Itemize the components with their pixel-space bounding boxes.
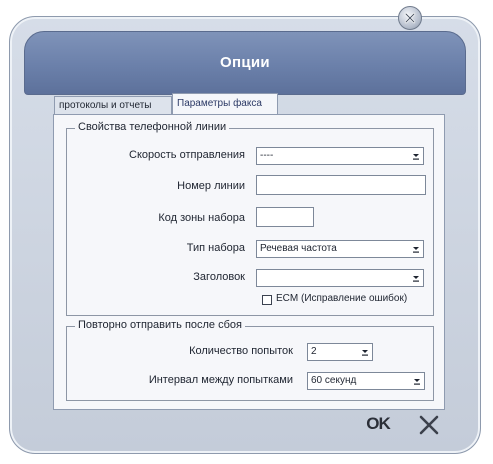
tab-protocols-reports[interactable]: протоколы и отчеты bbox=[54, 96, 172, 114]
ecm-label: ECM (Исправление ошибок) bbox=[276, 293, 408, 304]
send-speed-label: Скорость отправления bbox=[129, 149, 245, 161]
chevron-down-icon bbox=[413, 247, 419, 253]
interval-value: 60 секунд bbox=[311, 375, 357, 386]
attempts-select[interactable]: 2 bbox=[307, 343, 373, 361]
send-speed-value: ---- bbox=[260, 150, 274, 161]
interval-label: Интервал между попытками bbox=[148, 374, 293, 386]
close-icon bbox=[404, 12, 416, 24]
tab-fax-settings[interactable]: Параметры факса bbox=[172, 93, 278, 115]
area-code-input[interactable] bbox=[256, 207, 314, 227]
chevron-down-icon bbox=[414, 379, 420, 385]
chevron-down-icon bbox=[413, 276, 419, 282]
fax-settings-panel: Свойства телефонной линии Скорость отпра… bbox=[53, 114, 445, 410]
ecm-checkbox[interactable] bbox=[262, 295, 272, 305]
ok-button[interactable]: OK bbox=[363, 412, 393, 436]
area-code-label: Код зоны набора bbox=[158, 212, 245, 224]
line-number-label: Номер линии bbox=[177, 180, 245, 192]
phone-line-group: Свойства телефонной линии Скорость отпра… bbox=[66, 121, 434, 316]
dialog-title: Опции bbox=[220, 54, 270, 71]
dialog-header: Опции bbox=[24, 31, 466, 95]
retry-legend: Повторно отправить после сбоя bbox=[75, 319, 245, 331]
attempts-value: 2 bbox=[311, 346, 317, 357]
header-label: Заголовок bbox=[193, 271, 245, 283]
close-button[interactable] bbox=[398, 6, 422, 30]
retry-group: Повторно отправить после сбоя Количество… bbox=[66, 319, 434, 401]
attempts-label: Количество попыток bbox=[189, 345, 293, 357]
interval-select[interactable]: 60 секунд bbox=[307, 372, 425, 390]
send-speed-select[interactable]: ---- bbox=[256, 147, 424, 165]
phone-line-legend: Свойства телефонной линии bbox=[75, 121, 230, 133]
x-icon bbox=[419, 415, 439, 435]
header-select[interactable] bbox=[256, 269, 424, 287]
line-number-input[interactable] bbox=[256, 175, 426, 195]
dial-type-label: Тип набора bbox=[186, 242, 245, 254]
chevron-down-icon bbox=[413, 154, 419, 160]
dial-type-select[interactable]: Речевая частота bbox=[256, 240, 424, 258]
chevron-down-icon bbox=[362, 350, 368, 356]
cancel-button[interactable] bbox=[418, 414, 440, 436]
dial-type-value: Речевая частота bbox=[260, 243, 337, 254]
